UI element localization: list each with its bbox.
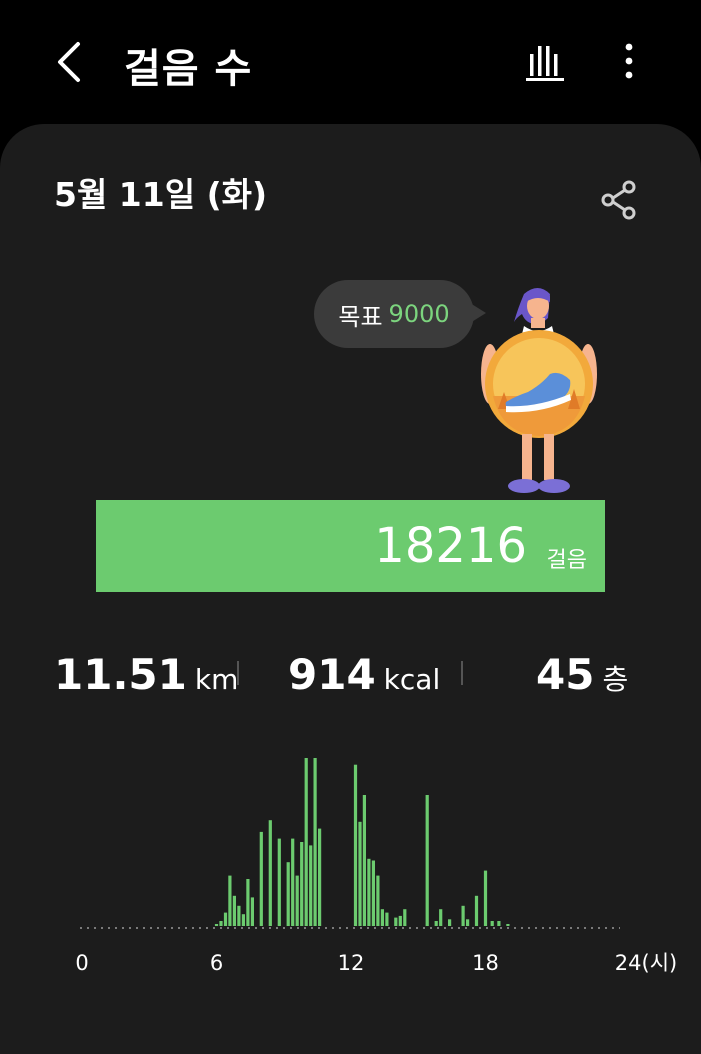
chart-tick-label: 6 — [210, 951, 223, 975]
app-header: 걸음 수 — [0, 0, 701, 122]
more-vert-icon — [625, 43, 633, 79]
chart-bar — [483, 870, 488, 926]
calories-unit: kcal — [383, 663, 441, 696]
floors-stat: 45 층 — [536, 650, 628, 699]
chart-bar — [353, 764, 358, 926]
more-options-button[interactable] — [614, 40, 644, 84]
chart-bar — [448, 919, 452, 926]
steps-unit: 걸음 — [546, 548, 587, 573]
chart-bar — [318, 828, 322, 926]
back-button[interactable] — [48, 38, 92, 86]
chevron-left-icon — [58, 42, 80, 82]
chart-bar — [439, 909, 443, 926]
chart-bar — [277, 838, 281, 926]
goal-bubble: 목표 9000 — [314, 280, 474, 348]
chart-bar — [232, 895, 236, 926]
chart-bar — [371, 860, 375, 926]
chart-bar — [295, 875, 299, 926]
chart-bar — [223, 912, 228, 926]
hourly-steps-chart: 0 6 12 18 24(시) — [75, 758, 677, 975]
share-button[interactable] — [598, 178, 638, 222]
chart-bar — [380, 909, 384, 926]
chart-ticks: 0 6 12 18 24(시) — [75, 951, 677, 975]
chart-tick-label: 0 — [75, 951, 88, 975]
chart-bar — [268, 820, 272, 926]
chart-bar — [403, 909, 407, 926]
mascot-illustration — [481, 288, 597, 493]
chart-bar — [497, 921, 501, 926]
chart-bar — [398, 915, 402, 926]
stat-divider — [237, 661, 239, 685]
chart-bar — [490, 921, 494, 926]
chart-bar — [358, 821, 362, 926]
chart-bar — [466, 919, 470, 926]
goal-label: 목표 — [338, 302, 383, 331]
chart-bar — [385, 912, 389, 926]
chart-bar — [286, 862, 290, 926]
calories-value: 914 — [288, 650, 376, 699]
chart-bar — [434, 921, 438, 926]
chart-bar — [241, 914, 245, 926]
chart-bar — [300, 842, 304, 926]
chart-bar — [246, 879, 250, 926]
chart-bar — [376, 875, 380, 926]
floors-value: 45 — [536, 650, 595, 699]
page-title: 걸음 수 — [124, 46, 253, 92]
chart-bar — [367, 858, 371, 926]
floors-unit: 층 — [602, 663, 629, 696]
chart-bar — [313, 758, 317, 926]
chart-bar — [214, 924, 219, 926]
chart-bar — [474, 895, 479, 926]
chart-tick-label: 24(시) — [615, 951, 677, 975]
steps-count: 18216 — [374, 518, 527, 574]
chart-bar — [291, 838, 295, 926]
chart-bar — [228, 875, 232, 926]
chart-tick-label: 12 — [338, 951, 365, 975]
calories-stat: 914 kcal — [288, 650, 440, 699]
chart-bar — [219, 921, 223, 926]
share-icon — [601, 180, 636, 220]
stat-divider — [461, 661, 463, 685]
chart-bar — [425, 795, 429, 926]
chart-bar — [304, 758, 308, 926]
chart-bar — [362, 795, 366, 926]
date-label: 5월 11일 (화) — [54, 175, 268, 214]
chart-bar — [394, 917, 398, 926]
distance-stat: 11.51 km — [54, 650, 238, 699]
chart-tick-label: 18 — [472, 951, 499, 975]
distance-value: 11.51 — [54, 650, 187, 699]
chart-bar — [237, 905, 241, 926]
chart-bars — [214, 758, 510, 926]
chart-bar — [461, 905, 465, 926]
steps-progress-bar: 18216 걸음 — [96, 500, 605, 592]
chart-bar — [506, 924, 510, 926]
chart-view-button[interactable] — [522, 40, 568, 84]
distance-unit: km — [194, 663, 239, 696]
chart-bar — [250, 897, 254, 926]
goal-value: 9000 — [388, 300, 450, 328]
chart-bar — [309, 845, 313, 926]
chart-bar — [259, 831, 263, 926]
bar-chart-icon — [526, 46, 564, 81]
